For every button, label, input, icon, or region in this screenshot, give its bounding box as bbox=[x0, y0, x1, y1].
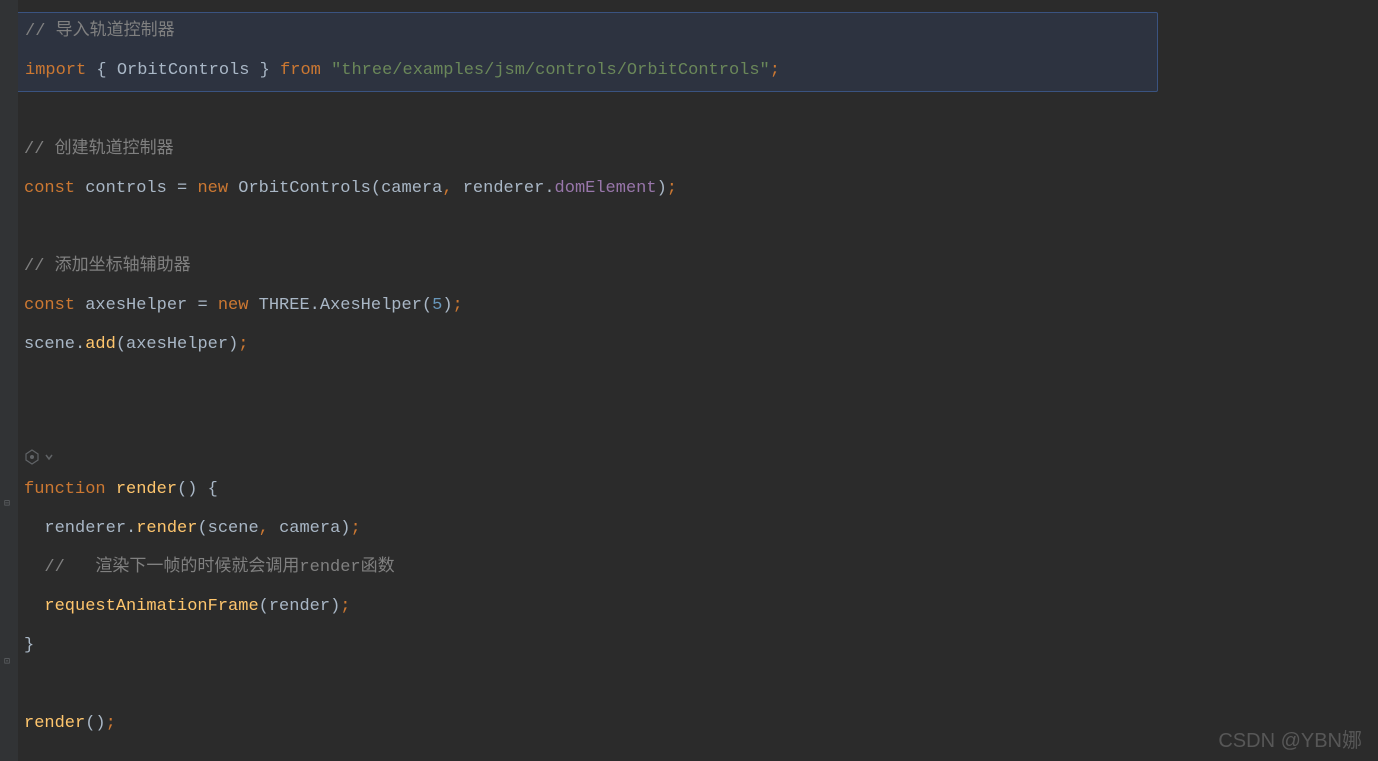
keyword-import: import bbox=[25, 57, 86, 86]
code-line[interactable]: renderer.render(scene, camera); bbox=[18, 510, 1378, 549]
code-line-empty[interactable] bbox=[18, 365, 1378, 404]
keyword-new: new bbox=[218, 292, 259, 321]
identifier: renderer bbox=[463, 175, 545, 204]
identifier: render bbox=[269, 593, 330, 622]
identifier: scene bbox=[24, 331, 75, 360]
constructor-name: AxesHelper bbox=[320, 292, 422, 321]
code-line[interactable]: } bbox=[18, 627, 1378, 666]
code-line[interactable]: // 导入轨道控制器 bbox=[19, 13, 1157, 52]
keyword-function: function bbox=[24, 476, 116, 505]
keyword-const: const bbox=[24, 175, 85, 204]
identifier: axesHelper bbox=[126, 331, 228, 360]
method-name: render bbox=[24, 710, 85, 739]
code-hint-icon[interactable] bbox=[24, 449, 54, 465]
code-line[interactable]: requestAnimationFrame(render); bbox=[18, 588, 1378, 627]
method-name: add bbox=[85, 331, 116, 360]
code-line[interactable]: // 创建轨道控制器 bbox=[18, 131, 1378, 170]
method-name: requestAnimationFrame bbox=[44, 593, 258, 622]
comment-text: // 创建轨道控制器 bbox=[24, 136, 174, 165]
fold-minus-icon[interactable]: ⊟ bbox=[4, 498, 10, 510]
code-line[interactable]: function render() { bbox=[18, 471, 1378, 510]
fold-end-icon[interactable]: ⊡ bbox=[4, 656, 10, 668]
comment-text: // 添加坐标轴辅助器 bbox=[24, 253, 191, 282]
identifier: scene bbox=[208, 515, 259, 544]
code-line-hint[interactable] bbox=[18, 443, 1378, 471]
code-line-empty[interactable] bbox=[18, 666, 1378, 705]
identifier: renderer bbox=[44, 515, 126, 544]
identifier: camera bbox=[279, 515, 340, 544]
keyword-from: from bbox=[280, 57, 321, 86]
string-literal: "three/examples/jsm/controls/OrbitContro… bbox=[331, 57, 770, 86]
identifier: camera bbox=[381, 175, 442, 204]
code-line-empty[interactable] bbox=[18, 209, 1378, 248]
code-content: // 导入轨道控制器 import { OrbitControls } from… bbox=[18, 0, 1378, 744]
code-line[interactable]: import { OrbitControls } from "three/exa… bbox=[19, 52, 1157, 91]
identifier: axesHelper bbox=[85, 292, 197, 321]
code-line[interactable]: render(); bbox=[18, 705, 1378, 744]
code-line[interactable]: const controls = new OrbitControls(camer… bbox=[18, 170, 1378, 209]
code-line[interactable]: // 渲染下一帧的时候就会调用render函数 bbox=[18, 549, 1378, 588]
number-literal: 5 bbox=[432, 292, 442, 321]
constructor-name: OrbitControls bbox=[238, 175, 371, 204]
code-line[interactable]: // 添加坐标轴辅助器 bbox=[18, 248, 1378, 287]
highlighted-selection: // 导入轨道控制器 import { OrbitControls } from… bbox=[14, 12, 1158, 92]
property-name: domElement bbox=[555, 175, 657, 204]
identifier: OrbitControls bbox=[117, 57, 250, 86]
comment-text: // 导入轨道控制器 bbox=[25, 18, 175, 47]
chevron-down-icon bbox=[44, 452, 54, 462]
comment-text: // 渲染下一帧的时候就会调用render函数 bbox=[44, 554, 394, 583]
code-line-empty[interactable] bbox=[18, 404, 1378, 443]
identifier: THREE bbox=[259, 292, 310, 321]
function-name: render bbox=[116, 476, 177, 505]
code-line-empty[interactable] bbox=[18, 92, 1378, 131]
code-line[interactable]: const axesHelper = new THREE.AxesHelper(… bbox=[18, 287, 1378, 326]
method-name: render bbox=[136, 515, 197, 544]
editor-gutter bbox=[0, 0, 18, 761]
keyword-new: new bbox=[197, 175, 238, 204]
code-line[interactable]: scene.add(axesHelper); bbox=[18, 326, 1378, 365]
code-editor[interactable]: // 导入轨道控制器 import { OrbitControls } from… bbox=[0, 0, 1378, 744]
keyword-const: const bbox=[24, 292, 85, 321]
identifier: controls bbox=[85, 175, 177, 204]
watermark-text: CSDN @YBN娜 bbox=[1218, 724, 1362, 753]
